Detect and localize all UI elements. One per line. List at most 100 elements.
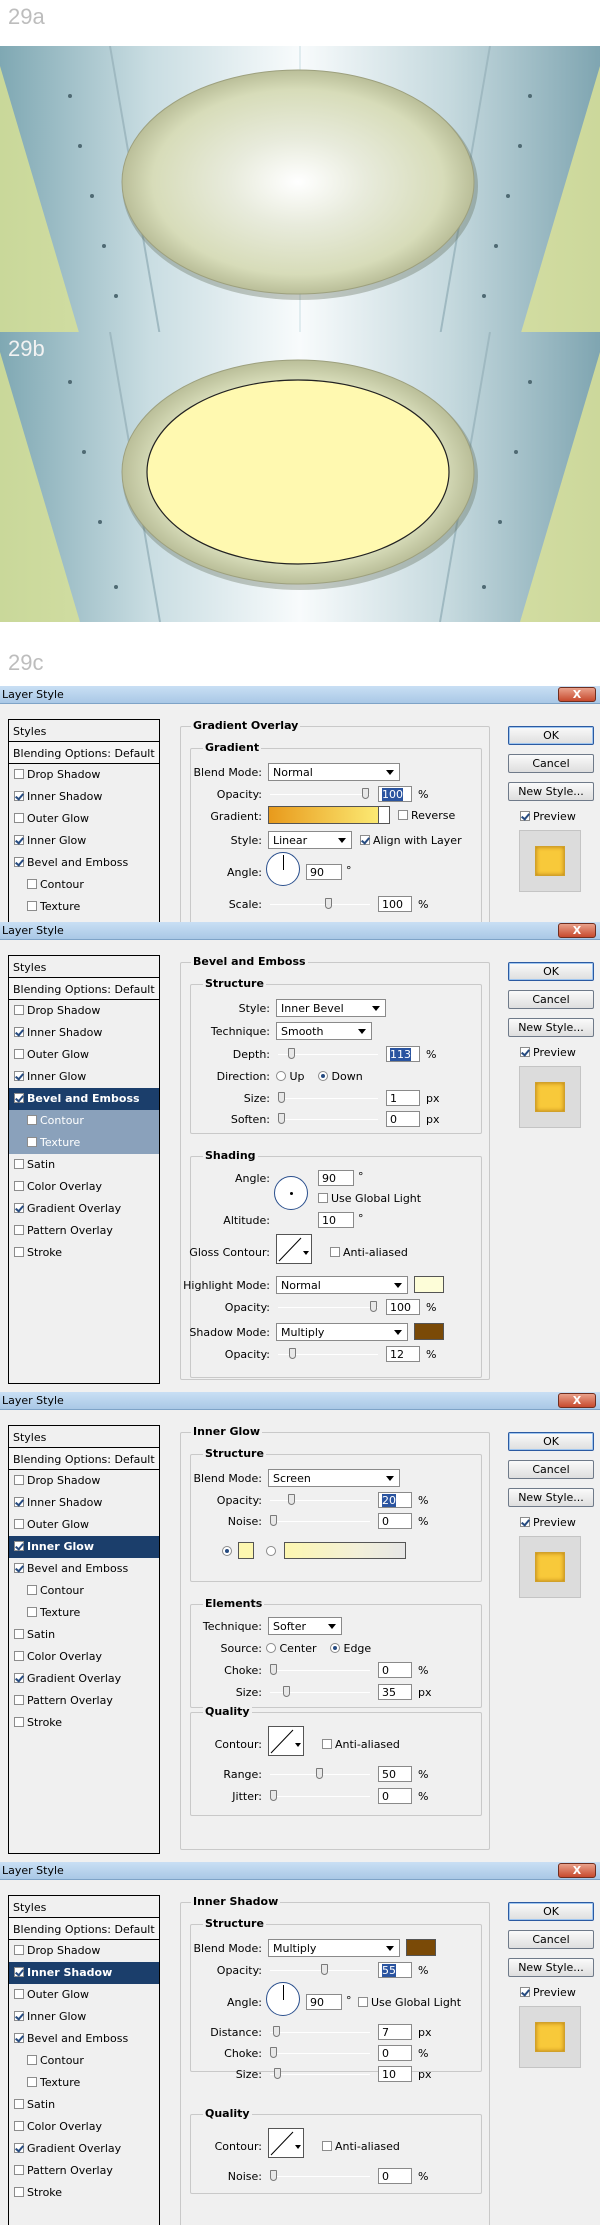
gradient-dropdown[interactable] <box>378 806 390 824</box>
checkbox[interactable] <box>14 791 24 801</box>
opacity-field[interactable]: 20 <box>378 1492 412 1508</box>
checkbox[interactable] <box>14 1945 24 1955</box>
checkbox[interactable] <box>14 1005 24 1015</box>
opacity-slider[interactable] <box>270 1964 370 1975</box>
checkbox[interactable] <box>27 879 37 889</box>
style-item-stroke[interactable]: Stroke <box>9 1242 159 1264</box>
close-button[interactable]: X <box>558 687 596 702</box>
angle-field[interactable]: 90 <box>306 1994 342 2010</box>
source-center-option[interactable]: Center <box>266 1642 317 1655</box>
close-button[interactable]: X <box>558 1863 596 1878</box>
checkbox[interactable] <box>14 2143 24 2153</box>
preview-option[interactable]: Preview <box>520 810 576 823</box>
title-bar[interactable]: Layer Style X <box>0 1862 600 1880</box>
size-slider[interactable] <box>278 1092 378 1103</box>
direction-down-option[interactable]: Down <box>318 1070 363 1083</box>
blend-mode-select[interactable]: Screen <box>268 1469 400 1487</box>
checkbox[interactable] <box>14 2011 24 2021</box>
shadow-color-swatch[interactable] <box>406 1939 436 1956</box>
style-item-inner-shadow[interactable]: Inner Shadow <box>9 1492 159 1514</box>
style-item-inner-shadow[interactable]: Inner Shadow <box>9 1962 159 1984</box>
new-style-button[interactable]: New Style... <box>508 1958 594 1977</box>
glow-color-swatch[interactable] <box>238 1542 254 1559</box>
style-item-gradient-overlay[interactable]: Gradient Overlay <box>9 1668 159 1690</box>
style-item-drop-shadow[interactable]: Drop Shadow <box>9 1940 159 1962</box>
ok-button[interactable]: OK <box>508 1902 594 1921</box>
checkbox[interactable] <box>27 1607 37 1617</box>
angle-field[interactable]: 90 <box>306 864 342 880</box>
depth-field[interactable]: 113 <box>386 1046 420 1062</box>
checkbox[interactable] <box>14 1541 24 1551</box>
highlight-opacity-slider[interactable] <box>278 1301 378 1312</box>
slider-thumb[interactable] <box>270 1515 277 1526</box>
close-button[interactable]: X <box>558 1393 596 1408</box>
cancel-button[interactable]: Cancel <box>508 1460 594 1479</box>
style-item-drop-shadow[interactable]: Drop Shadow <box>9 1470 159 1492</box>
checkbox[interactable] <box>14 769 24 779</box>
slider-thumb[interactable] <box>278 1113 285 1124</box>
soften-field[interactable]: 0 <box>386 1111 420 1127</box>
checkbox[interactable] <box>14 1181 24 1191</box>
gradient-radio[interactable] <box>266 1546 276 1556</box>
checkbox[interactable] <box>14 1563 24 1573</box>
opacity-slider[interactable] <box>270 788 370 799</box>
center-radio[interactable] <box>266 1643 276 1653</box>
checkbox[interactable] <box>14 1159 24 1169</box>
distance-field[interactable]: 7 <box>378 2024 412 2040</box>
blending-options[interactable]: Blending Options: Default <box>9 978 159 1000</box>
checkbox[interactable] <box>14 2121 24 2131</box>
anti-aliased-checkbox[interactable] <box>330 1247 340 1257</box>
choke-field[interactable]: 0 <box>378 2045 412 2061</box>
preview-option[interactable]: Preview <box>520 1986 576 1999</box>
anti-aliased-option[interactable]: Anti-aliased <box>330 1246 408 1259</box>
depth-slider[interactable] <box>278 1048 378 1059</box>
new-style-button[interactable]: New Style... <box>508 782 594 801</box>
highlight-color-swatch[interactable] <box>414 1276 444 1293</box>
checkbox[interactable] <box>14 1225 24 1235</box>
down-radio[interactable] <box>318 1071 328 1081</box>
shadow-mode-select[interactable]: Multiply <box>276 1323 408 1341</box>
style-item-texture[interactable]: Texture <box>9 1132 159 1154</box>
styles-header[interactable]: Styles <box>9 956 159 978</box>
checkbox[interactable] <box>14 1629 24 1639</box>
preview-checkbox[interactable] <box>520 1047 530 1057</box>
angle-field[interactable]: 90 <box>318 1170 354 1186</box>
style-item-gradient-overlay[interactable]: Gradient Overlay <box>9 1198 159 1220</box>
style-item-satin[interactable]: Satin <box>9 1624 159 1646</box>
style-item-inner-glow[interactable]: Inner Glow <box>9 1536 159 1558</box>
style-item-outer-glow[interactable]: Outer Glow <box>9 1984 159 2006</box>
angle-dial[interactable] <box>274 1176 308 1210</box>
scale-field[interactable]: 100 <box>378 896 412 912</box>
slider-thumb[interactable] <box>316 1768 323 1779</box>
distance-slider[interactable] <box>270 2026 370 2037</box>
slider-thumb[interactable] <box>270 2047 277 2058</box>
style-item-inner-glow[interactable]: Inner Glow <box>9 1066 159 1088</box>
technique-select[interactable]: Smooth <box>276 1022 372 1040</box>
jitter-field[interactable]: 0 <box>378 1788 412 1804</box>
style-item-gradient-overlay[interactable]: Gradient Overlay <box>9 2138 159 2160</box>
ok-button[interactable]: OK <box>508 1432 594 1451</box>
styles-header[interactable]: Styles <box>9 720 159 742</box>
style-select[interactable]: Linear <box>268 831 352 849</box>
shadow-opacity-slider[interactable] <box>278 1348 378 1359</box>
gradient-picker[interactable] <box>268 806 388 824</box>
checkbox[interactable] <box>14 1093 24 1103</box>
slider-thumb[interactable] <box>362 788 369 799</box>
noise-field[interactable]: 0 <box>378 2168 412 2184</box>
checkbox[interactable] <box>27 901 37 911</box>
highlight-mode-select[interactable]: Normal <box>276 1276 408 1294</box>
blend-mode-select[interactable]: Normal <box>268 763 400 781</box>
style-item-color-overlay[interactable]: Color Overlay <box>9 2116 159 2138</box>
style-item-bevel-emboss[interactable]: Bevel and Emboss <box>9 1558 159 1580</box>
new-style-button[interactable]: New Style... <box>508 1488 594 1507</box>
shadow-color-swatch[interactable] <box>414 1323 444 1340</box>
style-item-texture[interactable]: Texture <box>9 896 159 918</box>
checkbox[interactable] <box>14 1203 24 1213</box>
altitude-field[interactable]: 10 <box>318 1212 354 1228</box>
ok-button[interactable]: OK <box>508 962 594 981</box>
style-select[interactable]: Inner Bevel <box>276 999 386 1017</box>
slider-thumb[interactable] <box>272 2026 280 2037</box>
size-field[interactable]: 35 <box>378 1684 412 1700</box>
anti-aliased-checkbox[interactable] <box>322 1739 332 1749</box>
reverse-checkbox[interactable] <box>398 810 408 820</box>
